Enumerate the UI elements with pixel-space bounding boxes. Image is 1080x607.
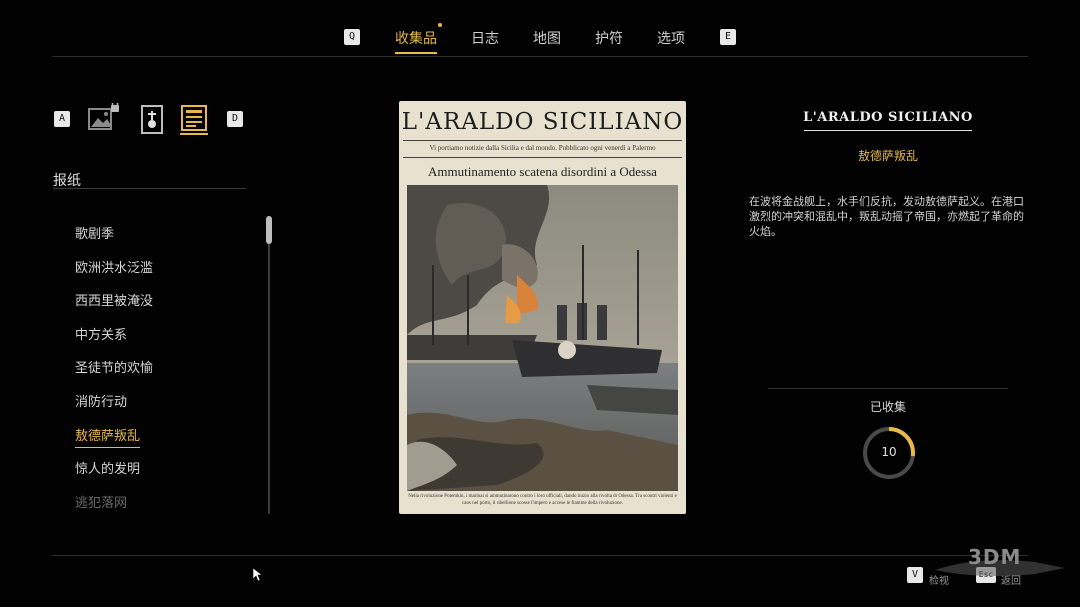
newspaper-masthead: L'ARALDO SICILIANO: [401, 109, 684, 135]
prev-category-key[interactable]: A: [54, 111, 70, 127]
newspaper-headline: Ammutinamento scatena disordini a Odessa: [428, 164, 657, 179]
list-item[interactable]: 西西里被淹没: [75, 290, 245, 324]
list-item[interactable]: 消防行动: [75, 391, 245, 425]
category-divider: [53, 188, 246, 189]
collectible-list: 歌剧季 欧洲洪水泛滥 西西里被淹没 中方关系 圣徒节的欢愉 消防行动 敖德萨叛乱…: [75, 223, 245, 525]
masthead-rule: [403, 140, 682, 141]
list-item[interactable]: 歌剧季: [75, 223, 245, 257]
prev-tab-key[interactable]: Q: [344, 29, 360, 45]
newspaper-preview: L'ARALDO SICILIANO Vi portiamo notizie d…: [399, 101, 686, 514]
title-underline: [804, 130, 972, 131]
list-item[interactable]: 圣徒节的欢愉: [75, 357, 245, 391]
newspaper-caption: Nella rivoluzione Potemkin, i marinai si…: [408, 494, 677, 506]
bottom-divider: [52, 555, 1028, 556]
tagline-rule: [403, 157, 682, 158]
item-description: 在波将金战舰上，水手们反抗，发动敖德萨起义。在港口激烈的冲突和混乱中，叛乱动摇了…: [749, 195, 1024, 238]
next-tab-key[interactable]: E: [720, 29, 736, 45]
detail-divider: [768, 388, 1008, 389]
list-item[interactable]: 逃犯落网: [75, 492, 245, 526]
scrollbar-track[interactable]: [268, 216, 270, 514]
list-item[interactable]: 欧洲洪水泛滥: [75, 257, 245, 291]
newspaper-tagline: Vi portiamo notizie dalla Sicilia e dal …: [429, 144, 656, 152]
tab-collectibles[interactable]: 收集品: [395, 28, 437, 54]
newspaper-icon[interactable]: [178, 103, 210, 135]
item-title: L'ARALDO SICILIANO: [803, 110, 973, 125]
collected-count: 10: [881, 445, 897, 459]
newspaper-illustration: [407, 185, 678, 491]
tab-journal[interactable]: 日志: [471, 28, 499, 48]
list-item[interactable]: 中方关系: [75, 324, 245, 358]
item-subtitle: 敖德萨叛乱: [857, 149, 918, 163]
new-item-indicator: [438, 23, 442, 27]
top-navigation: Q 收集品 日志 地图 护符 选项 E: [0, 0, 1080, 57]
tarot-card-icon[interactable]: [136, 103, 168, 135]
list-item-selected[interactable]: 敖德萨叛乱: [75, 425, 245, 459]
tab-charms[interactable]: 护符: [595, 28, 623, 48]
next-category-key[interactable]: D: [227, 111, 243, 127]
list-item[interactable]: 惊人的发明: [75, 458, 245, 492]
collected-label: 已收集: [869, 400, 906, 414]
tab-map[interactable]: 地图: [533, 28, 561, 48]
watermark-text: 3DM: [968, 545, 1022, 569]
photo-locked-icon[interactable]: [87, 103, 119, 135]
top-divider: [52, 56, 1028, 57]
scrollbar-thumb[interactable]: [266, 216, 272, 244]
tab-options[interactable]: 选项: [657, 28, 685, 48]
mouse-cursor-icon: [253, 568, 263, 582]
inspect-key[interactable]: V: [907, 567, 923, 583]
category-title: 报纸: [53, 173, 81, 189]
